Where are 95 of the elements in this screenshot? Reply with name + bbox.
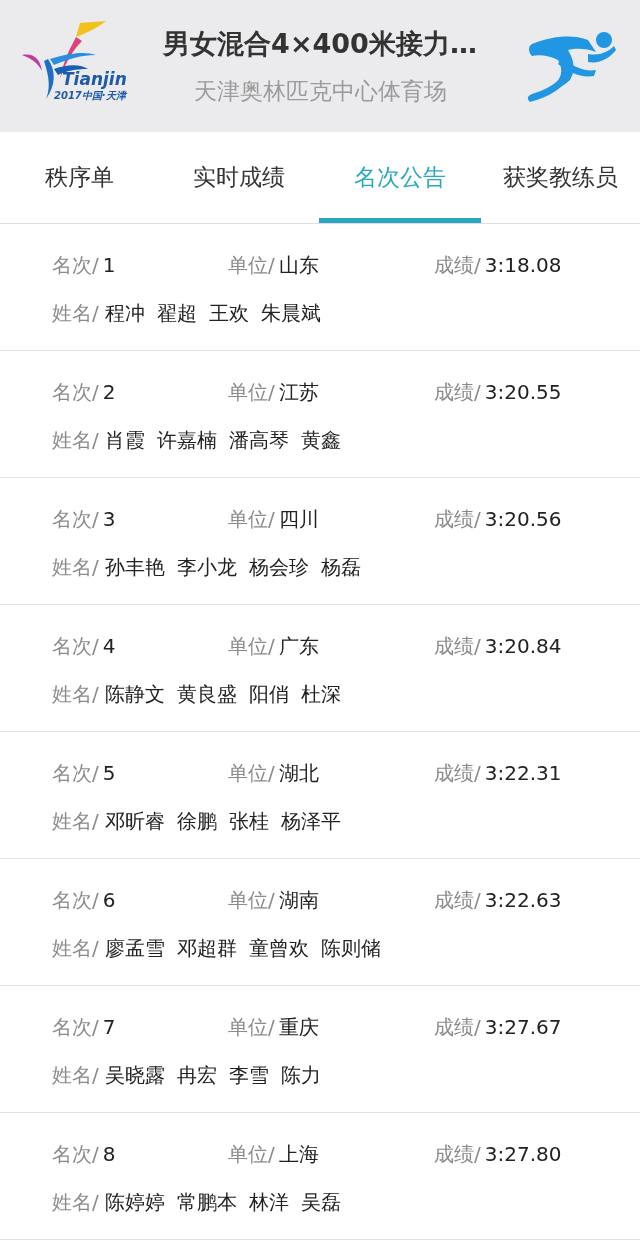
unit-value: 湖南 [278,887,319,913]
athlete-name: 杨泽平 [280,808,341,834]
rank-value: 6 [102,887,116,913]
time-label: 成绩/ [434,887,481,913]
time-value: 3:20.84 [484,633,562,659]
time-value: 3:20.56 [484,506,562,532]
names-label: 姓名/ [52,1189,99,1215]
athlete-name: 杨会珍 [248,554,309,580]
athlete-name: 陈力 [280,1062,321,1088]
unit-value: 上海 [278,1141,319,1167]
names-label: 姓名/ [52,935,99,961]
unit-label: 单位/ [228,887,275,913]
names-label: 姓名/ [52,300,99,326]
athlete-name: 杨磊 [320,554,361,580]
athlete-name: 陈则储 [320,935,381,961]
logo-wordmark: Tianjin [62,71,127,88]
athlete-name: 张桂 [228,808,269,834]
rank-value: 4 [102,633,116,659]
athlete-name: 翟超 [156,300,197,326]
names-label: 姓名/ [52,681,99,707]
time-value: 3:27.67 [484,1014,562,1040]
unit-label: 单位/ [228,1141,275,1167]
rank-value: 2 [102,379,116,405]
names-label: 姓名/ [52,808,99,834]
athlete-name: 林洋 [248,1189,289,1215]
athlete-name: 童曾欢 [248,935,309,961]
athlete-name: 邓超群 [176,935,237,961]
athlete-name: 陈静文 [104,681,165,707]
rank-label: 名次/ [52,506,99,532]
athlete-name: 廖孟雪 [104,935,165,961]
rank-value: 1 [102,252,116,278]
event-title: 男女混合4×400米接力… [163,26,477,61]
athlete-name: 阳俏 [248,681,289,707]
athlete-name: 李雪 [228,1062,269,1088]
time-label: 成绩/ [434,252,481,278]
names-label: 姓名/ [52,427,99,453]
unit-label: 单位/ [228,1014,275,1040]
venue-subtitle: 天津奥林匹克中心体育场 [193,77,447,106]
athlete-name: 孙丰艳 [104,554,165,580]
rank-label: 名次/ [52,633,99,659]
athlete-name: 邓昕睿 [104,808,165,834]
unit-value: 重庆 [278,1014,319,1040]
unit-value: 江苏 [278,379,319,405]
time-value: 3:18.08 [484,252,562,278]
unit-label: 单位/ [228,633,275,659]
athlete-name: 许嘉楠 [156,427,217,453]
tab[interactable]: 秩序单 [0,132,160,223]
athlete-name: 黄良盛 [176,681,237,707]
rank-label: 名次/ [52,887,99,913]
names-label: 姓名/ [52,1062,99,1088]
athlete-name: 潘高琴 [228,427,289,453]
athlete-name: 常鹏本 [176,1189,237,1215]
time-label: 成绩/ [434,506,481,532]
time-value: 3:22.31 [484,760,562,786]
names-label: 姓名/ [52,554,99,580]
rank-label: 名次/ [52,252,99,278]
rank-value: 8 [102,1141,116,1167]
rank-label: 名次/ [52,379,99,405]
unit-value: 广东 [278,633,319,659]
time-label: 成绩/ [434,379,481,405]
athlete-name: 吴晓露 [104,1062,165,1088]
tab[interactable]: 获奖教练员 [480,132,640,223]
tab[interactable]: 实时成绩 [159,132,319,223]
time-label: 成绩/ [434,1141,481,1167]
time-label: 成绩/ [434,1014,481,1040]
athlete-name: 吴磊 [300,1189,341,1215]
logo-caption: 2017中国·天津 [54,91,126,101]
athlete-name: 陈婷婷 [104,1189,165,1215]
unit-label: 单位/ [228,252,275,278]
time-value: 3:22.63 [484,887,562,913]
unit-label: 单位/ [228,760,275,786]
athlete-name: 王欢 [208,300,249,326]
unit-label: 单位/ [228,506,275,532]
time-label: 成绩/ [434,760,481,786]
rank-value: 5 [102,760,116,786]
time-value: 3:27.80 [484,1141,562,1167]
rank-value: 7 [102,1014,116,1040]
athlete-name: 冉宏 [176,1062,217,1088]
rank-label: 名次/ [52,760,99,786]
unit-value: 山东 [278,252,319,278]
athlete-name: 杜深 [300,681,341,707]
rank-value: 3 [102,506,116,532]
rank-label: 名次/ [52,1014,99,1040]
athlete-name: 朱晨斌 [260,300,321,326]
time-label: 成绩/ [434,633,481,659]
time-value: 3:20.55 [484,379,562,405]
athlete-name: 黄鑫 [300,427,341,453]
athlete-name: 李小龙 [176,554,237,580]
athlete-name: 肖霞 [104,427,145,453]
athlete-name: 徐鹏 [176,808,217,834]
unit-label: 单位/ [228,379,275,405]
unit-value: 四川 [278,506,319,532]
athlete-name: 程冲 [104,300,145,326]
unit-value: 湖北 [278,760,319,786]
rank-label: 名次/ [52,1141,99,1167]
